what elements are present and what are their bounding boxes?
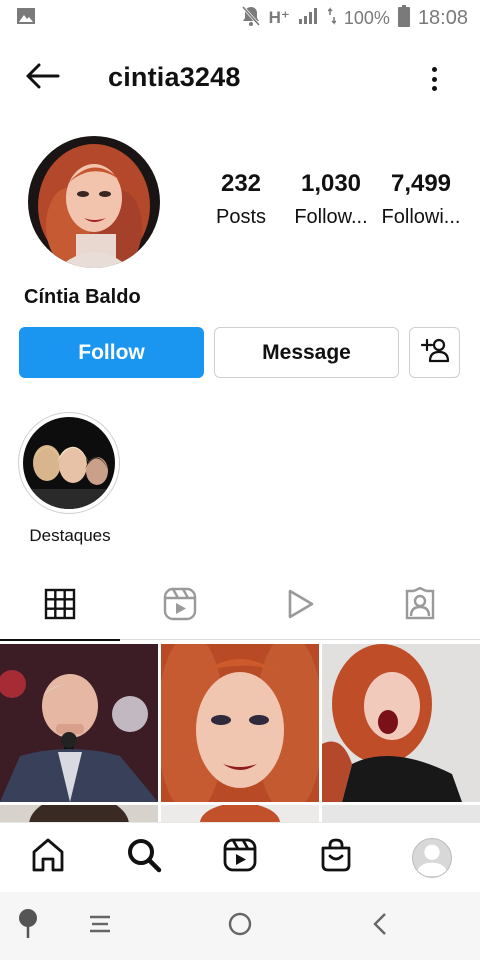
message-button[interactable]: Message bbox=[214, 327, 399, 378]
nav-reels[interactable] bbox=[210, 828, 270, 888]
add-person-icon bbox=[420, 337, 450, 368]
clock: 18:08 bbox=[417, 6, 468, 29]
tab-videos[interactable] bbox=[240, 572, 360, 640]
post-thumbnail[interactable] bbox=[161, 644, 319, 802]
profile-tabs bbox=[0, 572, 480, 641]
back-system-button[interactable] bbox=[360, 906, 400, 946]
stat-followers[interactable]: 1,030 Follow... bbox=[286, 170, 376, 229]
bottom-navigation bbox=[0, 822, 480, 892]
post-thumbnail[interactable] bbox=[322, 644, 480, 802]
post-thumbnail[interactable] bbox=[161, 805, 319, 822]
story-highlight[interactable]: Destaques bbox=[18, 412, 122, 546]
video-play-icon bbox=[284, 588, 316, 625]
stat-following[interactable]: 7,499 Followi... bbox=[376, 170, 466, 229]
post-thumbnail[interactable] bbox=[0, 644, 158, 802]
profile-header: cintia3248 bbox=[0, 46, 480, 110]
arrow-left-icon bbox=[24, 62, 60, 95]
system-navigation bbox=[0, 892, 480, 960]
data-arrows-icon bbox=[327, 6, 337, 30]
mute-bell-icon bbox=[241, 5, 261, 32]
back-button[interactable] bbox=[22, 62, 62, 94]
home-circle-icon bbox=[226, 910, 254, 943]
reels-icon bbox=[163, 587, 197, 626]
more-vertical-icon bbox=[431, 67, 437, 72]
post-thumbnail[interactable] bbox=[322, 805, 480, 822]
profile-full-name: Cíntia Baldo bbox=[24, 286, 141, 308]
stat-posts[interactable]: 232 Posts bbox=[196, 170, 286, 229]
assistant-button[interactable] bbox=[8, 906, 48, 946]
profile-avatar-icon bbox=[412, 837, 452, 878]
back-chevron-icon bbox=[370, 910, 390, 943]
stat-following-label: Followi... bbox=[381, 206, 461, 228]
stat-followers-value: 1,030 bbox=[300, 170, 362, 197]
profile-avatar[interactable] bbox=[28, 136, 160, 268]
nav-search[interactable] bbox=[114, 828, 174, 888]
grid-icon bbox=[44, 588, 76, 625]
suggested-accounts-button[interactable] bbox=[409, 327, 460, 378]
highlight-ring bbox=[18, 412, 120, 514]
battery-percent: 100% bbox=[343, 7, 390, 28]
profile-username: cintia3248 bbox=[108, 62, 241, 92]
recent-apps-icon bbox=[87, 913, 113, 940]
assistant-pin-icon bbox=[16, 908, 40, 945]
highlight-label: Destaques bbox=[29, 526, 111, 545]
stat-following-value: 7,499 bbox=[390, 170, 452, 197]
signal-icon bbox=[298, 7, 320, 30]
tab-reels[interactable] bbox=[120, 572, 240, 640]
tab-posts-grid[interactable] bbox=[0, 572, 120, 641]
battery-icon bbox=[397, 4, 410, 32]
follow-button[interactable]: Follow bbox=[19, 327, 204, 378]
profile-stats: 232 Posts 1,030 Follow... 7,499 Followi.… bbox=[196, 170, 466, 229]
tab-tagged[interactable] bbox=[360, 572, 480, 640]
nav-shop[interactable] bbox=[306, 828, 366, 888]
shop-icon bbox=[318, 837, 354, 878]
posts-grid bbox=[0, 642, 480, 822]
post-thumbnail[interactable] bbox=[0, 805, 158, 822]
stat-followers-label: Follow... bbox=[294, 206, 368, 228]
gallery-notification-icon bbox=[16, 7, 36, 30]
search-icon bbox=[126, 837, 162, 878]
more-options-button[interactable] bbox=[424, 64, 444, 94]
highlight-thumbnail bbox=[23, 417, 115, 509]
home-system-button[interactable] bbox=[220, 906, 260, 946]
recent-apps-button[interactable] bbox=[80, 906, 120, 946]
status-bar: H⁺ 100% 18:08 bbox=[0, 0, 480, 36]
nav-home[interactable] bbox=[18, 828, 78, 888]
stat-posts-label: Posts bbox=[215, 206, 267, 228]
stat-posts-value: 232 bbox=[220, 170, 262, 197]
tagged-person-icon bbox=[403, 586, 437, 626]
home-icon bbox=[30, 837, 66, 878]
reels-icon bbox=[222, 837, 258, 878]
network-type: H⁺ bbox=[268, 8, 290, 27]
nav-profile[interactable] bbox=[402, 828, 462, 888]
